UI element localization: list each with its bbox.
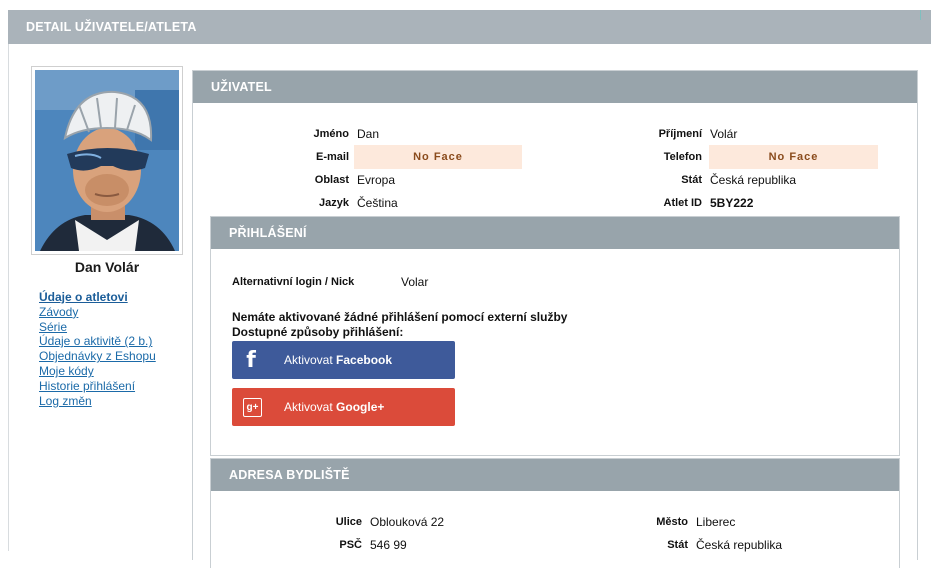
profile-photo (35, 70, 179, 251)
sidebar-item-activity[interactable]: Údaje o aktivitě (2 b.) (39, 334, 156, 349)
google-name: Google+ (336, 400, 385, 414)
sidebar-item-login-history[interactable]: Historie přihlášení (39, 379, 156, 394)
page-header-bar: DETAIL UŽIVATELE/ATLETA (8, 10, 931, 44)
zip-label: PSČ (339, 539, 362, 551)
first-name-value: Dan (357, 127, 380, 141)
language-label: Jazyk (319, 197, 349, 209)
country-value: Česká republika (710, 173, 797, 187)
athlete-id-label: Atlet ID (663, 197, 703, 209)
profile-photo-frame (31, 66, 183, 255)
athlete-photo-illustration (35, 70, 179, 251)
zip-value: 546 99 (370, 538, 407, 552)
activate-google-prefix: Aktivovat (284, 400, 333, 414)
phone-label: Telefon (663, 151, 702, 163)
email-label: E-mail (315, 151, 349, 163)
sidebar-item-series[interactable]: Série (39, 320, 156, 335)
sidebar-item-athlete-details[interactable]: Údaje o atletovi (39, 290, 156, 305)
activate-facebook-button[interactable]: f Aktivovat Facebook (232, 341, 455, 379)
address-section-header: ADRESA BYDLIŠTĚ (211, 459, 899, 491)
phone-value: No Face (709, 145, 878, 169)
no-external-login-text: Nemáte aktivované žádné přihlášení pomoc… (232, 310, 568, 324)
athlete-id-value: 5BY222 (710, 196, 754, 210)
first-name-label: Jméno (313, 128, 349, 140)
city-label: Město (656, 516, 688, 528)
activate-google-button[interactable]: g+ Aktivovat Google+ (232, 388, 455, 426)
activate-facebook-prefix: Aktivovat (284, 353, 333, 367)
region-value: Evropa (357, 173, 396, 187)
content-border (8, 44, 9, 551)
city-value: Liberec (696, 515, 736, 529)
last-name-label: Příjmení (658, 128, 702, 140)
header-marker (920, 10, 921, 20)
available-methods-text: Dostupné způsoby přihlášení: (232, 325, 404, 339)
address-section: ADRESA BYDLIŠTĚ (210, 458, 900, 568)
last-name-value: Volár (710, 127, 738, 141)
sidebar-item-eshop-orders[interactable]: Objednávky z Eshopu (39, 349, 156, 364)
alt-login-value: Volar (401, 275, 429, 289)
street-value: Oblouková 22 (370, 515, 445, 529)
activate-google-label: Aktivovat Google+ (284, 400, 384, 414)
page-title: DETAIL UŽIVATELE/ATLETA (26, 20, 197, 34)
facebook-icon: f (246, 347, 256, 373)
user-section-header: UŽIVATEL (193, 71, 917, 103)
region-label: Oblast (314, 174, 349, 186)
sidebar-nav: Údaje o atletovi Závody Série Údaje o ak… (39, 290, 156, 408)
facebook-name: Facebook (336, 353, 393, 367)
sidebar-item-change-log[interactable]: Log změn (39, 394, 156, 409)
country-label: Stát (681, 174, 702, 186)
language-value: Čeština (357, 196, 398, 210)
login-section-header: PŘIHLÁŠENÍ (211, 217, 899, 249)
address-country-label: Stát (667, 539, 688, 551)
profile-name: Dan Volár (74, 259, 140, 275)
sidebar-item-my-codes[interactable]: Moje kódy (39, 364, 156, 379)
address-country-value: Česká republika (696, 538, 783, 552)
activate-facebook-label: Aktivovat Facebook (284, 353, 392, 367)
sidebar-item-races[interactable]: Závody (39, 305, 156, 320)
street-label: Ulice (335, 516, 362, 528)
google-plus-icon: g+ (243, 398, 262, 417)
alt-login-label: Alternativní login / Nick (232, 276, 355, 288)
email-value: No Face (354, 145, 522, 169)
